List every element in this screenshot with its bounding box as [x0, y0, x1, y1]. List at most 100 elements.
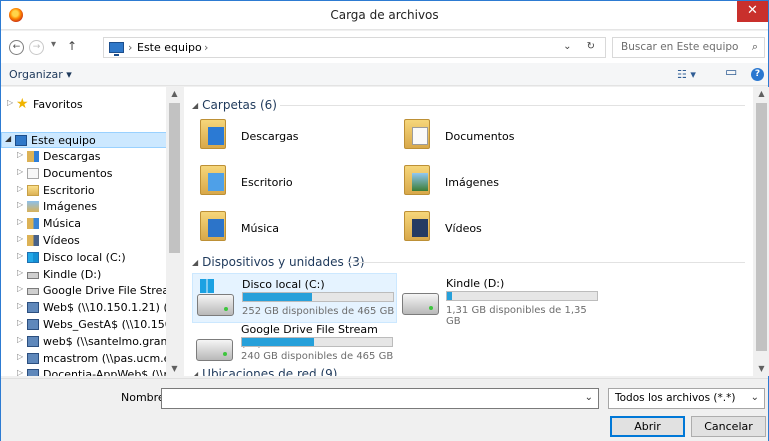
sidebar-item-label: Favoritos: [33, 98, 83, 111]
drive-tile-g[interactable]: Google Drive File Stream (G:) 240 GB dis…: [192, 319, 397, 369]
sidebar-item[interactable]: ▷ Vídeos: [1, 233, 169, 249]
sidebar-item-este-equipo[interactable]: ◢ Este equipo: [1, 132, 169, 148]
sidebar-item[interactable]: ▷ Kindle (D:): [1, 267, 169, 283]
sidebar-item[interactable]: ▷ Web$ (\\10.150.1.21) (I:): [1, 300, 169, 316]
sidebar-item[interactable]: ▷ Disco local (C:): [1, 250, 169, 266]
sidebar-item-label: Google Drive File Stream (G: [43, 284, 169, 298]
search-input[interactable]: Buscar en Este equipo ⌕: [612, 37, 765, 58]
scroll-down-icon[interactable]: ▼: [166, 364, 183, 373]
sidebar-item[interactable]: ▷ Imágenes: [1, 199, 169, 215]
sidebar-scrollbar[interactable]: ▲ ▼: [166, 87, 183, 376]
up-button[interactable]: ↑: [67, 39, 77, 53]
group-title: Dispositivos y unidades (3): [202, 255, 365, 269]
folder-name[interactable]: Vídeos: [445, 222, 482, 235]
sidebar-item[interactable]: ▷ Escritorio: [1, 183, 169, 199]
sidebar-item[interactable]: ▷ web$ (\\santelmo.granjas.: [1, 334, 169, 350]
sidebar-item[interactable]: ▷ Webs_GestA$ (\\10.150.1.1: [1, 317, 169, 333]
expand-arrow-icon[interactable]: ▷: [17, 268, 23, 277]
recent-locations-dropdown[interactable]: ▾: [51, 39, 56, 50]
expand-arrow-icon[interactable]: ▷: [17, 167, 23, 176]
expand-arrow-icon[interactable]: ▷: [17, 368, 23, 376]
folder-name[interactable]: Imágenes: [445, 176, 499, 189]
help-icon[interactable]: ?: [751, 68, 764, 81]
command-toolbar: Organizar ▾ ☷ ▾ ▭ ?: [1, 63, 768, 86]
expand-arrow-icon[interactable]: ▷: [17, 200, 23, 209]
scroll-thumb[interactable]: [169, 103, 180, 253]
drive-tile-c[interactable]: Disco local (C:) 252 GB disponibles de 4…: [192, 273, 397, 323]
content-scrollbar[interactable]: ▲ ▼: [753, 87, 769, 376]
file-type-select[interactable]: Todos los archivos (*.*) ⌄: [608, 388, 765, 409]
expand-arrow-icon[interactable]: ▷: [17, 234, 23, 243]
folder-name[interactable]: Descargas: [241, 130, 299, 143]
folder-name[interactable]: Escritorio: [241, 176, 293, 189]
path-separator: ›: [128, 41, 133, 54]
sidebar-item-label: Música: [43, 217, 82, 231]
navigation-bar: ← → ▾ ↑ › Este equipo › ⌄ ↻ Buscar en Es…: [1, 31, 768, 63]
downloads-folder-icon: [27, 151, 39, 162]
expand-arrow-icon[interactable]: ▷: [17, 352, 23, 361]
expand-arrow-icon[interactable]: ▷: [17, 251, 23, 260]
collapse-group-icon[interactable]: ◢: [192, 258, 198, 267]
expand-arrow-icon[interactable]: ▷: [17, 217, 23, 226]
expand-arrow-icon[interactable]: ▷: [17, 184, 23, 193]
network-group-header[interactable]: ◢ Ubicaciones de red (9): [192, 367, 337, 376]
expand-arrow-icon[interactable]: ▷: [17, 301, 23, 310]
path-separator-chevron[interactable]: ›: [204, 41, 208, 54]
view-options-button[interactable]: ☷ ▾: [677, 68, 696, 81]
sidebar-item-label: Vídeos: [43, 234, 80, 247]
expand-arrow-icon[interactable]: ▷: [17, 150, 23, 159]
documents-folder-icon[interactable]: [404, 119, 430, 149]
scroll-down-icon[interactable]: ▼: [753, 364, 769, 373]
close-button[interactable]: ✕: [737, 1, 768, 22]
sidebar-item-label: Disco local (C:): [43, 250, 126, 264]
sidebar-item-label: Este equipo: [31, 134, 96, 147]
sidebar-item[interactable]: ▷ Docentia-AppWeb$ (\\rau: [1, 367, 169, 376]
devices-group-header[interactable]: ◢ Dispositivos y unidades (3): [192, 255, 365, 269]
sidebar-item[interactable]: ▷ Documentos: [1, 166, 169, 182]
desktop-folder-icon[interactable]: [200, 165, 226, 195]
network-drive-icon: [27, 302, 39, 314]
forward-button[interactable]: →: [29, 40, 44, 55]
network-drive-icon: [27, 352, 39, 364]
music-folder-icon[interactable]: [200, 211, 226, 241]
address-tools[interactable]: ⌄ ↻: [563, 41, 601, 52]
folder-overlay-shape: [412, 173, 428, 191]
preview-pane-button[interactable]: ▭: [725, 65, 737, 80]
back-button[interactable]: ←: [9, 40, 24, 55]
drive-tile-d[interactable]: Kindle (D:) 1,31 GB disponibles de 1,35 …: [398, 273, 603, 327]
chevron-down-icon[interactable]: ⌄: [585, 392, 593, 403]
file-name-input[interactable]: ⌄: [161, 388, 599, 409]
sidebar-item-label: Web$ (\\10.150.1.21) (I:): [43, 301, 169, 315]
sidebar-item[interactable]: ▷ Música: [1, 216, 169, 232]
address-bar[interactable]: › Este equipo › ⌄ ↻: [103, 37, 606, 58]
network-drive-icon: [27, 335, 39, 347]
chevron-down-icon[interactable]: ⌄: [751, 392, 759, 403]
organize-menu[interactable]: Organizar ▾: [9, 68, 72, 81]
drive-icon: [27, 288, 39, 296]
expand-arrow-icon[interactable]: ▷: [17, 335, 23, 344]
pictures-folder-icon[interactable]: [404, 165, 430, 195]
folders-group-header[interactable]: ◢ Carpetas (6): [192, 98, 277, 112]
folder-name[interactable]: Música: [241, 222, 279, 235]
cancel-button[interactable]: Cancelar: [691, 416, 766, 437]
scroll-up-icon[interactable]: ▲: [166, 89, 183, 98]
sidebar-item[interactable]: ▷ Descargas: [1, 149, 169, 165]
collapse-group-icon[interactable]: ◢: [192, 101, 198, 110]
open-button[interactable]: Abrir: [610, 416, 685, 437]
collapse-arrow-icon[interactable]: ◢: [5, 134, 11, 143]
sidebar-item[interactable]: ▷ Google Drive File Stream (G: [1, 283, 169, 299]
sidebar-item[interactable]: ▷ mcastrom (\\pas.ucm.es\A: [1, 351, 169, 367]
expand-arrow-icon[interactable]: ▷: [7, 98, 13, 107]
expand-arrow-icon[interactable]: ▷: [17, 318, 23, 327]
search-icon[interactable]: ⌕: [752, 40, 758, 54]
breadcrumb-este-equipo[interactable]: Este equipo: [137, 41, 202, 54]
videos-folder-icon: [27, 235, 39, 246]
scroll-up-icon[interactable]: ▲: [753, 89, 769, 98]
collapse-group-icon[interactable]: ◢: [192, 370, 198, 376]
scroll-thumb[interactable]: [756, 103, 767, 351]
videos-folder-icon[interactable]: [404, 211, 430, 241]
folder-name[interactable]: Documentos: [445, 130, 514, 143]
expand-arrow-icon[interactable]: ▷: [17, 284, 23, 293]
sidebar-item-favorites[interactable]: ▷ ★ Favoritos: [1, 97, 169, 113]
downloads-folder-icon[interactable]: [200, 119, 226, 149]
